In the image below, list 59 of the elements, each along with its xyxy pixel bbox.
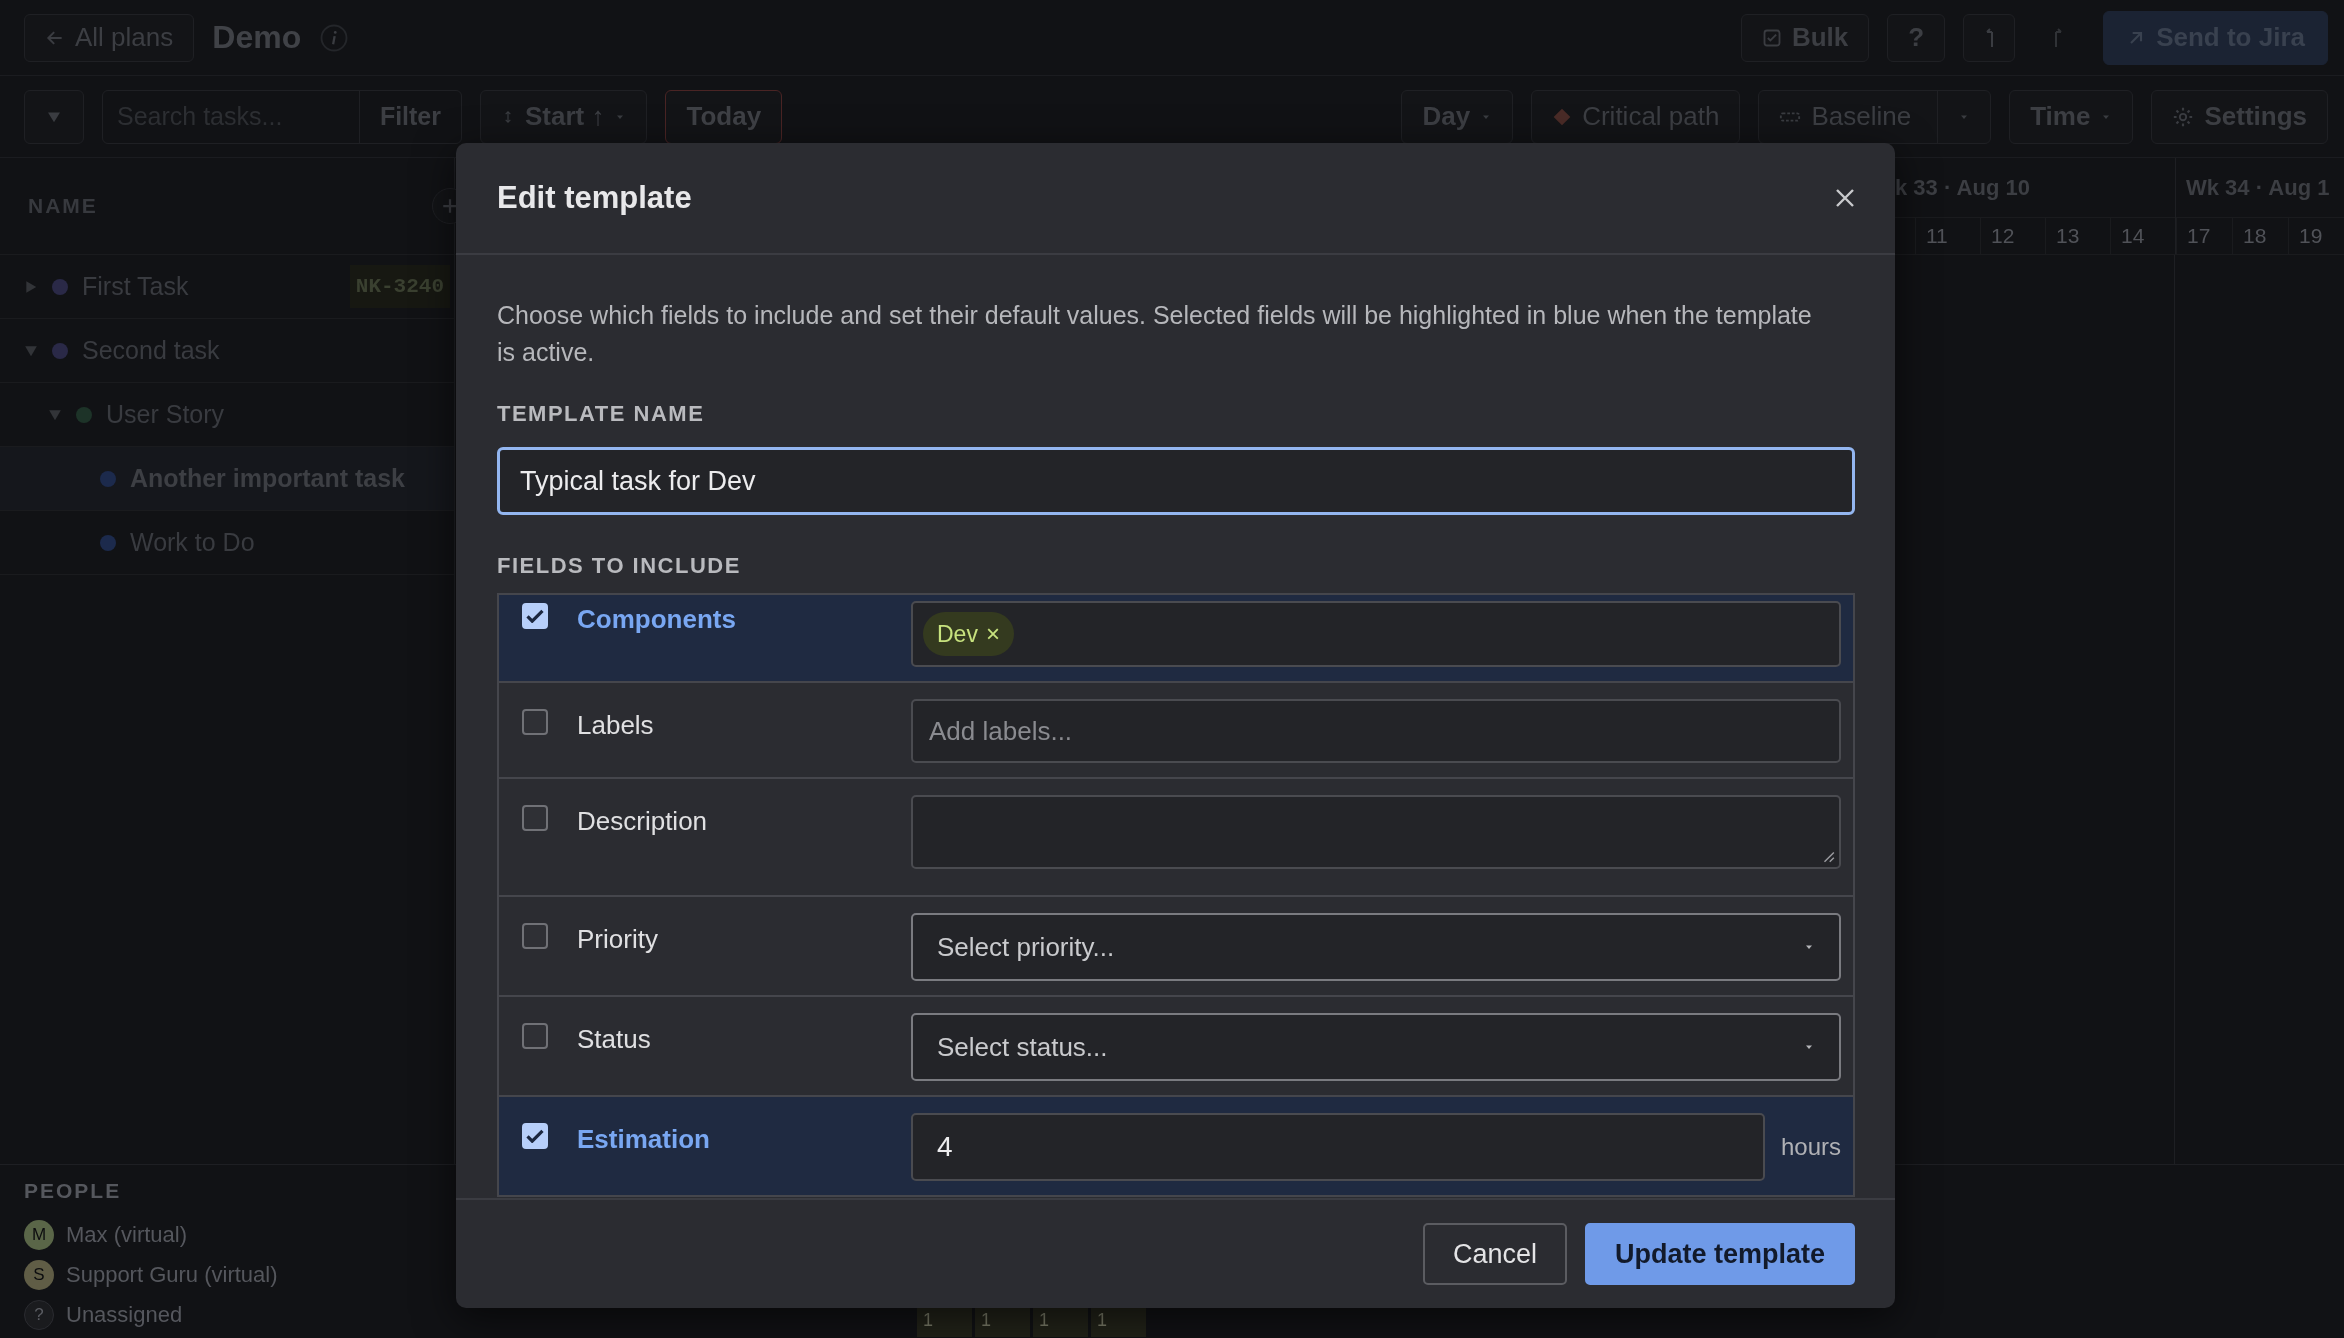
triangle-down-icon[interactable] [48, 407, 62, 422]
section-label: TEMPLATE NAME [497, 401, 706, 427]
settings-icon [2172, 105, 2195, 128]
avatar: S [24, 1260, 54, 1290]
checkbox[interactable] [522, 805, 548, 831]
day-number: 17 [2176, 218, 2232, 254]
field-label: Priority [577, 923, 658, 955]
section-title: PEOPLE [24, 1179, 123, 1203]
person-name: Unassigned [66, 1302, 183, 1328]
tag-label: Dev [937, 620, 978, 648]
resize-grip-icon [1821, 849, 1835, 863]
remove-tag-button[interactable]: × [985, 620, 1000, 648]
day-number: 12 [1980, 218, 2045, 254]
description-text: Choose which fields to include and set their default values. Selected fields will be highlighted in blue when the template is active. [497, 300, 1813, 368]
cancel-button[interactable]: Cancel [1422, 1223, 1567, 1285]
help-button[interactable]: ? [1887, 13, 1946, 62]
diamond-icon [1552, 106, 1573, 127]
day-number: 13 [2045, 218, 2110, 254]
select-field[interactable]: Select status... [911, 1013, 1841, 1081]
text-field[interactable]: Add labels... [911, 699, 1841, 763]
plus-icon [441, 197, 459, 215]
triangle-down-icon[interactable] [24, 343, 38, 358]
filter-toggle-button[interactable] [24, 89, 84, 144]
checkmark-icon [526, 609, 544, 623]
capacity-cell: 1 [917, 1307, 972, 1337]
unit-label: hours [1780, 1133, 1841, 1161]
checkbox[interactable] [522, 1023, 548, 1049]
undo-icon [1984, 27, 1995, 48]
template-name-field[interactable]: Typical task for Dev [497, 447, 1855, 515]
capacity-cell: 1 [975, 1307, 1030, 1337]
field-label: Components [577, 603, 736, 635]
undo-button[interactable] [1963, 13, 2016, 62]
field-label: Estimation [577, 1123, 710, 1155]
avatar: M [24, 1220, 54, 1250]
checkmark-icon [526, 1129, 544, 1143]
select-field[interactable]: Select priority... [911, 913, 1841, 981]
person-name: Max (virtual) [66, 1222, 187, 1248]
field-label: Description [577, 805, 708, 837]
capacity-cell: 1 [1033, 1307, 1088, 1337]
field-label: Labels [577, 709, 654, 741]
avatar: ? [24, 1300, 54, 1330]
text-area[interactable] [911, 795, 1841, 869]
section-label: FIELDS TO INCLUDE [497, 553, 742, 579]
triangle-right-icon[interactable] [24, 279, 38, 294]
update-button[interactable]: Update template [1584, 1223, 1855, 1285]
dialog-title: Edit template [497, 180, 692, 216]
checkbox[interactable] [522, 709, 548, 735]
day-number: 11 [1915, 218, 1980, 254]
checkbox-icon [1761, 27, 1782, 48]
field-label: Status [577, 1023, 651, 1055]
day-number: 19 [2288, 218, 2344, 254]
person-name: Support Guru (virtual) [66, 1262, 278, 1288]
tags-field[interactable]: Dev × [911, 601, 1841, 667]
number-field[interactable]: 4 [911, 1113, 1765, 1181]
day-number: 18 [2232, 218, 2288, 254]
checkbox[interactable] [522, 923, 548, 949]
capacity-cell: 1 [1091, 1307, 1146, 1337]
info-icon [319, 22, 350, 53]
day-number: 14 [2110, 218, 2175, 254]
